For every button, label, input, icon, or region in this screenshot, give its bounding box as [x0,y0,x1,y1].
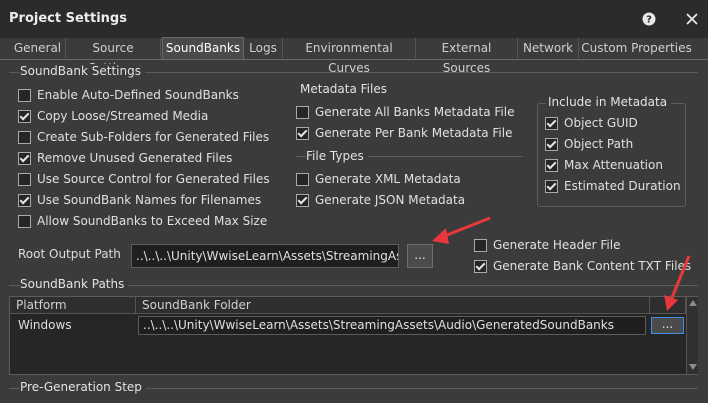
tab-external-sources[interactable]: External Sources [416,38,518,75]
include-in-metadata-header: Include in Metadata [546,95,672,109]
help-icon[interactable]: ? [638,8,660,30]
tab-underline [0,59,708,60]
checkbox-checked [296,126,309,140]
checkbox-label: Generate Header File [493,238,621,252]
generate-bank-content-txt-checkbox[interactable]: Generate Bank Content TXT Files [474,257,691,275]
column-header-platform[interactable]: Platform [10,297,136,314]
tab-soundbanks[interactable]: SoundBanks [162,37,244,60]
checkbox-unchecked [18,172,31,186]
enable-auto-defined-checkbox[interactable]: Enable Auto-Defined SoundBanks [18,86,239,104]
checkbox-label: Use Source Control for Generated Files [37,172,270,186]
tab-source-settings[interactable]: Source Settings [66,38,161,75]
checkbox-checked [545,158,558,172]
tab-bar: General Source Settings SoundBanks Logs … [0,37,708,75]
estimated-duration-checkbox[interactable]: Estimated Duration [545,177,681,195]
vertical-scrollbar[interactable] [686,297,698,374]
checkbox-checked [296,193,309,207]
generate-json-checkbox[interactable]: Generate JSON Metadata [296,191,465,209]
checkbox-unchecked [18,130,31,144]
generate-per-bank-metadata-checkbox[interactable]: Generate Per Bank Metadata File [296,124,512,142]
window-title: Project Settings [9,11,127,26]
metadata-files-header: Metadata Files [300,82,387,96]
checkbox-label: Use SoundBank Names for Filenames [37,193,262,207]
checkbox-unchecked [296,172,309,186]
scroll-down-icon[interactable] [689,364,697,370]
checkbox-label: Max Attenuation [564,158,663,172]
checkbox-label: Create Sub-Folders for Generated Files [37,130,270,144]
checkbox-label: Object GUID [564,116,638,130]
platform-cell: Windows [18,318,72,332]
soundbank-paths-table: Platform SoundBank Folder Windows ..\..\… [9,296,698,375]
checkbox-checked [18,109,31,123]
checkbox-label: Generate JSON Metadata [315,193,466,207]
generate-xml-checkbox[interactable]: Generate XML Metadata [296,170,461,188]
checkbox-label: Generate Bank Content TXT Files [493,259,692,273]
generate-header-file-checkbox[interactable]: Generate Header File [474,236,620,254]
remove-unused-checkbox[interactable]: Remove Unused Generated Files [18,149,232,167]
soundbank-settings-header: SoundBank Settings [20,64,145,78]
checkbox-label: Generate XML Metadata [315,172,461,186]
checkbox-label: Allow SoundBanks to Exceed Max Size [37,214,268,228]
root-output-path-label: Root Output Path [18,247,121,261]
object-path-checkbox[interactable]: Object Path [545,135,633,153]
object-guid-checkbox[interactable]: Object GUID [545,114,638,132]
create-sub-folders-checkbox[interactable]: Create Sub-Folders for Generated Files [18,128,269,146]
checkbox-label: Estimated Duration [564,179,681,193]
checkbox-label: Generate All Banks Metadata File [315,105,515,119]
file-types-header: File Types [306,149,368,163]
checkbox-label: Copy Loose/Streamed Media [37,109,209,123]
tab-network[interactable]: Network [518,38,579,58]
checkbox-checked [545,116,558,130]
copy-loose-media-checkbox[interactable]: Copy Loose/Streamed Media [18,107,208,125]
checkbox-checked [474,259,487,273]
checkbox-unchecked [18,214,31,228]
checkbox-checked [18,193,31,207]
checkbox-unchecked [474,238,487,252]
root-output-path-field[interactable]: ..\..\..\Unity\WwiseLearn\Assets\Streami… [131,244,399,268]
generate-all-banks-metadata-checkbox[interactable]: Generate All Banks Metadata File [296,103,514,121]
svg-text:?: ? [646,15,652,26]
soundbank-paths-header: SoundBank Paths [20,277,129,291]
checkbox-unchecked [18,88,31,102]
use-soundbank-names-checkbox[interactable]: Use SoundBank Names for Filenames [18,191,261,209]
pre-generation-step-header: Pre-Generation Step [20,380,146,394]
checkbox-label: Enable Auto-Defined SoundBanks [37,88,239,102]
checkbox-checked [545,137,558,151]
tab-general[interactable]: General [10,38,66,58]
checkbox-label: Object Path [564,137,634,151]
checkbox-label: Remove Unused Generated Files [37,151,233,165]
max-attenuation-checkbox[interactable]: Max Attenuation [545,156,663,174]
checkbox-unchecked [296,105,309,119]
source-control-checkbox[interactable]: Use Source Control for Generated Files [18,170,270,188]
column-header-browse [650,297,686,314]
checkbox-label: Generate Per Bank Metadata File [315,126,513,140]
column-header-soundbank-folder[interactable]: SoundBank Folder [136,297,650,314]
exceed-max-size-checkbox[interactable]: Allow SoundBanks to Exceed Max Size [18,212,267,230]
checkbox-checked [545,179,558,193]
soundbank-folder-field[interactable]: ..\..\..\Unity\WwiseLearn\Assets\Streami… [138,316,646,335]
checkbox-checked [18,151,31,165]
scroll-up-icon[interactable] [689,300,697,306]
tab-environmental-curves[interactable]: Environmental Curves [283,38,416,75]
close-icon[interactable] [681,8,703,30]
tab-logs[interactable]: Logs [244,38,283,58]
soundbank-folder-browse-button[interactable]: ... [651,317,684,334]
root-output-browse-button[interactable]: ... [407,244,433,268]
tab-custom-properties[interactable]: Custom Properties [579,38,694,58]
